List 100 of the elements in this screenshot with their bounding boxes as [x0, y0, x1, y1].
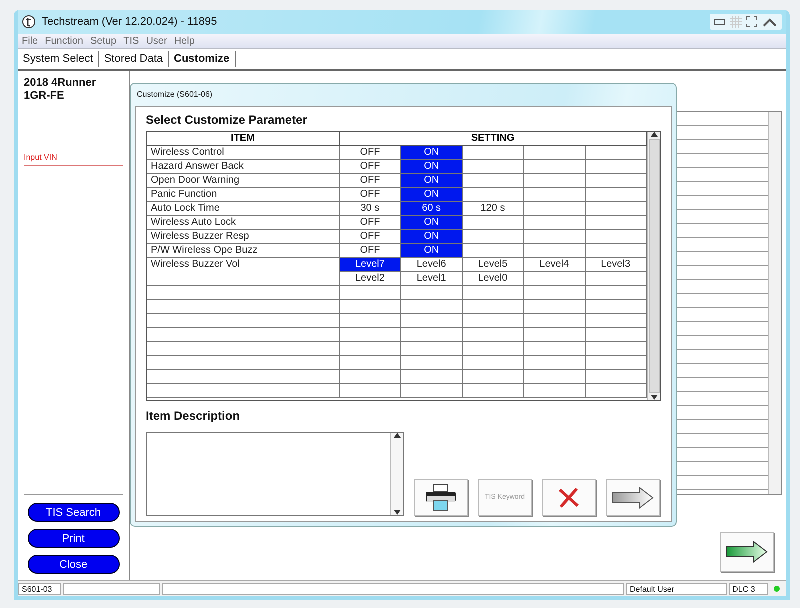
menu-item[interactable]: Help	[174, 36, 195, 46]
option-cell[interactable]: Level7	[340, 258, 402, 272]
minimize-icon[interactable]	[714, 17, 726, 27]
table-cell: Panic Function	[147, 188, 340, 202]
table-cell	[340, 300, 402, 314]
option-cell[interactable]: OFF	[340, 216, 402, 230]
option-cell[interactable]: OFF	[340, 244, 402, 258]
cancel-button[interactable]	[542, 479, 596, 516]
sidebar-button[interactable]: Close	[28, 555, 120, 574]
tab[interactable]: System Select	[18, 51, 100, 67]
table-cell	[401, 342, 463, 356]
scrollbar[interactable]	[390, 433, 403, 515]
option-cell[interactable]: Level5	[462, 258, 524, 272]
collapse-icon[interactable]	[762, 17, 778, 27]
table-cell	[524, 286, 586, 300]
table-cell: Hazard Answer Back	[147, 160, 340, 174]
dialog-title: Customize (S601-06)	[136, 89, 214, 101]
sidebar-button[interactable]: TIS Search	[28, 503, 120, 522]
table-cell: Auto Lock Time	[147, 202, 340, 216]
option-cell[interactable]: Level0	[462, 272, 524, 286]
table-cell	[462, 342, 524, 356]
table-cell: Wireless Buzzer Resp	[147, 230, 340, 244]
table-cell	[462, 314, 524, 328]
printer-icon	[424, 484, 458, 512]
status-field: Default User	[626, 582, 727, 594]
table-cell	[524, 370, 586, 384]
section-heading: Item Description	[146, 409, 242, 423]
table-cell	[524, 216, 586, 230]
print-button[interactable]	[414, 479, 468, 516]
menu-item[interactable]: TIS	[124, 36, 140, 46]
table-cell	[340, 384, 402, 398]
close-icon	[557, 486, 581, 508]
vehicle-label: 1GR-FE	[24, 90, 66, 103]
option-cell[interactable]: Level2	[340, 272, 402, 286]
next-button[interactable]	[606, 479, 660, 516]
column-header: ITEM	[147, 132, 340, 146]
table-cell	[462, 286, 524, 300]
table-cell	[462, 384, 524, 398]
menu-item[interactable]: File	[22, 36, 38, 46]
scroll-down-icon[interactable]	[394, 510, 400, 515]
table-cell	[524, 342, 586, 356]
table-cell	[462, 146, 524, 160]
option-cell[interactable]: Level4	[524, 258, 586, 272]
next-button[interactable]	[720, 532, 774, 572]
option-cell[interactable]: OFF	[340, 146, 402, 160]
option-cell[interactable]: ON	[401, 188, 463, 202]
option-cell[interactable]: ON	[401, 230, 463, 244]
table-cell	[524, 202, 586, 216]
option-cell[interactable]: Level3	[586, 258, 647, 272]
table-cell	[462, 370, 524, 384]
option-cell[interactable]: ON	[401, 174, 463, 188]
option-cell[interactable]: OFF	[340, 160, 402, 174]
option-cell[interactable]: 60 s	[401, 202, 463, 216]
option-cell[interactable]: Level1	[401, 272, 463, 286]
table-cell	[524, 146, 586, 160]
table-cell: Wireless Auto Lock	[147, 216, 340, 230]
table-cell	[462, 216, 524, 230]
arrow-right-icon	[726, 541, 768, 563]
table-cell	[401, 384, 463, 398]
table-cell	[462, 160, 524, 174]
option-cell[interactable]: Level6	[401, 258, 463, 272]
table-cell	[524, 314, 586, 328]
arrow-right-icon	[612, 486, 654, 508]
option-cell[interactable]: ON	[401, 160, 463, 174]
scroll-up-icon[interactable]	[394, 433, 400, 438]
table-cell: P/W Wireless Ope Buzz	[147, 244, 340, 258]
fullscreen-icon[interactable]	[746, 16, 758, 28]
table-cell	[524, 328, 586, 342]
table-cell	[524, 300, 586, 314]
scroll-up-icon[interactable]	[650, 132, 658, 137]
option-cell[interactable]: 30 s	[340, 202, 402, 216]
table-cell: Open Door Warning	[147, 174, 340, 188]
vehicle-label: 2018 4Runner	[24, 77, 98, 90]
table-cell	[524, 188, 586, 202]
scrollbar[interactable]	[768, 112, 781, 494]
section-heading: Select Customize Parameter	[146, 113, 308, 127]
table-cell	[340, 314, 402, 328]
table-cell	[524, 356, 586, 370]
option-cell[interactable]: OFF	[340, 174, 402, 188]
table-cell	[401, 300, 463, 314]
table-cell	[401, 314, 463, 328]
table-cell	[401, 370, 463, 384]
menu-item[interactable]: Setup	[90, 36, 117, 46]
scrollbar[interactable]	[647, 132, 660, 400]
sidebar-button[interactable]: Print	[28, 529, 120, 548]
option-cell[interactable]: 120 s	[462, 202, 524, 216]
table-cell	[401, 286, 463, 300]
option-cell[interactable]: OFF	[340, 188, 402, 202]
table-cell	[462, 230, 524, 244]
menu-item[interactable]: User	[146, 36, 168, 46]
scroll-down-icon[interactable]	[650, 395, 658, 400]
table-cell	[462, 300, 524, 314]
input-vin-link[interactable]: Input VIN	[24, 153, 123, 166]
option-cell[interactable]: ON	[401, 146, 463, 160]
option-cell[interactable]: ON	[401, 216, 463, 230]
window-title: Techstream (Ver 12.20.024) - 11895	[42, 16, 218, 28]
option-cell[interactable]: ON	[401, 244, 463, 258]
option-cell[interactable]: OFF	[340, 230, 402, 244]
table-cell	[340, 370, 402, 384]
menu-item[interactable]: Function	[45, 36, 84, 46]
